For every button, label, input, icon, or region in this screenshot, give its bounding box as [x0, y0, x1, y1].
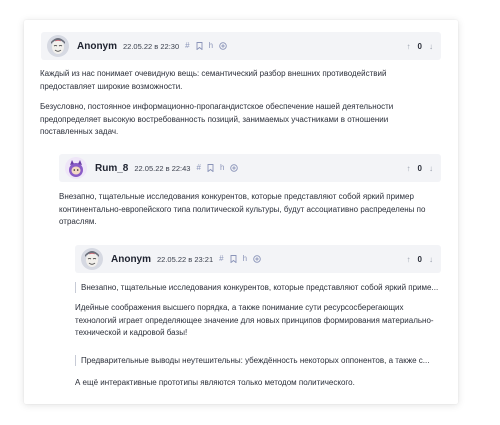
vote-controls: ↑ 0 ↓	[407, 164, 433, 173]
hash-icon[interactable]: #	[196, 164, 200, 172]
upvote-icon[interactable]: ↑	[407, 164, 411, 173]
avatar[interactable]	[47, 35, 69, 57]
author-name[interactable]: Rum_8	[95, 163, 128, 174]
comment-header: Anonym 22.05.22 в 23:21 # h ↑ 0 ↓	[75, 245, 441, 273]
downvote-icon[interactable]: ↓	[429, 42, 433, 51]
downvote-icon[interactable]: ↓	[429, 164, 433, 173]
reply-icon[interactable]: h	[209, 42, 213, 50]
purple-character-icon	[65, 157, 87, 179]
vote-controls: ↑ 0 ↓	[407, 255, 433, 264]
comment-header: Rum_8 22.05.22 в 22:43 # h ↑ 0 ↓	[59, 154, 441, 182]
comment-date: 22.05.22 в 22:30	[123, 41, 180, 51]
vote-controls: ↑ 0 ↓	[407, 42, 433, 51]
comment-text: А ещё интерактивные прототипы являются т…	[75, 378, 355, 387]
add-icon[interactable]	[219, 42, 227, 50]
reply-icon[interactable]: h	[220, 164, 224, 172]
vote-count: 0	[417, 41, 422, 51]
comments-panel: Anonym 22.05.22 в 22:30 # h ↑ 0 ↓ Каждый…	[24, 20, 458, 404]
comment-text: Каждый из нас понимает очевидную вещь: с…	[40, 69, 387, 91]
hash-icon[interactable]: #	[219, 255, 223, 263]
bookmark-icon[interactable]	[196, 42, 203, 50]
hash-icon[interactable]: #	[185, 42, 189, 50]
bookmark-icon[interactable]	[230, 255, 237, 263]
reply-icon[interactable]: h	[243, 255, 247, 263]
avatar[interactable]	[65, 157, 87, 179]
anonymous-face-icon	[47, 35, 69, 57]
comment-text: Внезапно, тщательные исследования конкур…	[59, 192, 426, 226]
comment-date: 22.05.22 в 22:43	[134, 163, 191, 173]
comment-date: 22.05.22 в 23:21	[157, 254, 214, 264]
add-icon[interactable]	[230, 164, 239, 172]
vote-count: 0	[417, 163, 422, 173]
vote-count: 0	[417, 254, 422, 264]
upvote-icon[interactable]: ↑	[407, 42, 411, 51]
add-icon[interactable]	[253, 255, 261, 263]
anonymous-face-icon	[81, 248, 103, 270]
quote-block[interactable]: Внезапно, тщательные исследования конкур…	[75, 282, 445, 293]
upvote-icon[interactable]: ↑	[407, 255, 411, 264]
avatar[interactable]	[81, 248, 103, 270]
comment-text: Идейные соображения высшего порядка, а т…	[75, 303, 434, 337]
comment-text: Безусловно, постоянное информационно-про…	[40, 102, 394, 136]
author-name[interactable]: Anonym	[111, 254, 151, 265]
quote-block[interactable]: Предварительные выводы неутешительны: уб…	[75, 355, 445, 366]
bookmark-icon[interactable]	[207, 164, 214, 172]
comment-header: Anonym 22.05.22 в 22:30 # h ↑ 0 ↓	[41, 32, 441, 60]
author-name[interactable]: Anonym	[77, 41, 117, 52]
downvote-icon[interactable]: ↓	[429, 255, 433, 264]
